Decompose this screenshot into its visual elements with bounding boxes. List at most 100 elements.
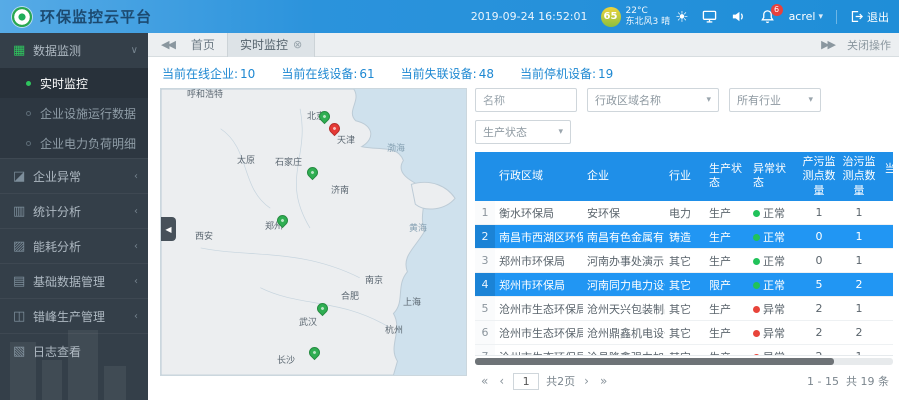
col-region: 行政区域 (495, 152, 583, 201)
temperature-label: 22°C (626, 6, 648, 16)
stat-online-devices: 当前在线设备:61 (281, 65, 374, 82)
tabs-scroll-left-icon[interactable]: ◀◀ (156, 38, 179, 51)
table-row[interactable]: 4 郑州市环保局 河南同力电力设备 其它 限产 正常 5 2 5 (475, 273, 893, 297)
table-row[interactable]: 6 沧州市生态环保局 沧州鼎鑫机电设备 其它 生产 异常 2 2 4 (475, 321, 893, 345)
table-row[interactable]: 3 郑州市环保局 河南办事处演示 其它 生产 正常 0 1 0 (475, 249, 893, 273)
screen-monitor-icon[interactable] (702, 9, 718, 25)
chevron-left-icon: ‹ (134, 276, 138, 287)
map-city-label: 济南 (331, 183, 349, 196)
app-logo-icon (12, 7, 32, 27)
status-summary: 当前在线企业:10 当前在线设备:61 当前失联设备:48 当前停机设备:19 (148, 57, 899, 88)
status-dot-normal (753, 210, 760, 217)
aqi-badge: 65 (601, 7, 621, 27)
notification-badge: 6 (771, 4, 783, 16)
production-status-filter-select[interactable]: 生产状态 ▾ (475, 120, 571, 144)
status-label: 正常 (763, 255, 785, 268)
map-city-label: 上海 (403, 295, 421, 308)
select-value: 行政区域名称 (595, 92, 661, 108)
sidebar-item-enterprise-abnormal[interactable]: ◪ 企业异常 ‹ (0, 158, 148, 193)
tabs-scroll-right-icon[interactable]: ▶▶ (816, 38, 839, 51)
table-row[interactable]: 1 衡水环保局 安环保 电力 生产 正常 1 1 0 (475, 201, 893, 225)
sun-icon: ☀ (675, 8, 688, 26)
app-header: 环保监控云平台 2019-09-24 16:52:01 65 22°C 东北风3… (0, 0, 899, 33)
sub-item-label: 企业电力负荷明细 (40, 135, 136, 152)
first-page-button[interactable]: « (479, 374, 490, 388)
weather-text: 22°C 东北风3 晴 (626, 6, 671, 27)
base-data-icon: ▤ (13, 274, 33, 289)
data-monitoring-icon: ▦ (13, 43, 33, 58)
sidebar-item-facility-run-data[interactable]: 企业设施运行数据 (0, 98, 148, 128)
col-row-number (475, 152, 495, 201)
industry-filter-select[interactable]: 所有行业 ▾ (729, 88, 821, 112)
sidebar-item-base-data[interactable]: ▤ 基础数据管理 ‹ (0, 263, 148, 298)
pagination-bar: « ‹ 共2页 › » 1 - 15 共 19 条 (475, 368, 893, 394)
col-abnormal: 异常状态 (749, 152, 799, 201)
weather-widget: 65 22°C 东北风3 晴 ☀ (601, 6, 689, 27)
status-dot-normal (753, 282, 760, 289)
map-city-label: 石家庄 (275, 155, 302, 168)
region-filter-select[interactable]: 行政区域名称 ▾ (587, 88, 719, 112)
bell-icon[interactable]: 6 (760, 9, 776, 25)
enterprise-list-panel: 行政区域名称 ▾ 所有行业 ▾ 生产状态 ▾ (475, 88, 893, 394)
sub-item-label: 企业设施运行数据 (40, 105, 136, 122)
tab-bar: ◀◀ 首页 实时监控 ⊗ ▶▶ 关闭操作 (148, 33, 899, 57)
tab-realtime-monitoring[interactable]: 实时监控 ⊗ (227, 33, 315, 57)
status-dot-abnormal (753, 330, 760, 337)
status-label: 异常 (763, 351, 785, 356)
col-production: 生产状态 (705, 152, 749, 201)
app-title: 环保监控云平台 (40, 6, 152, 27)
status-label: 正常 (763, 231, 785, 244)
speaker-icon[interactable] (731, 9, 747, 25)
tab-home[interactable]: 首页 (179, 33, 227, 57)
status-dot-abnormal (753, 306, 760, 313)
status-label: 异常 (763, 303, 785, 316)
prev-page-button[interactable]: ‹ (497, 374, 506, 388)
statistics-icon: ▥ (13, 204, 33, 219)
horizontal-scrollbar (475, 358, 893, 365)
select-value: 生产状态 (483, 124, 527, 140)
col-company: 企业 (583, 152, 665, 201)
map-city-label: 呼和浩特 (187, 88, 223, 100)
enterprise-table-wrap: 行政区域 企业 行业 生产状态 异常状态 产污监测点数量 治污监测点数量 当前运… (475, 152, 893, 356)
sidebar-item-realtime-monitoring[interactable]: 实时监控 (0, 68, 148, 98)
logout-button[interactable]: 退出 (850, 9, 889, 25)
select-value: 所有行业 (737, 92, 781, 108)
map-city-label: 长沙 (277, 353, 295, 366)
panel-collapse-button[interactable]: ◀ (161, 217, 176, 241)
sidebar-item-power-load-detail[interactable]: 企业电力负荷明细 (0, 128, 148, 158)
tab-label: 实时监控 (240, 33, 288, 57)
records-range-label: 1 - 15 共 19 条 (807, 373, 889, 389)
status-dot-normal (753, 258, 760, 265)
map-city-label: 武汉 (299, 315, 317, 328)
name-filter-input[interactable] (475, 88, 577, 112)
scrollbar-thumb[interactable] (475, 358, 834, 365)
chevron-left-icon: ‹ (134, 206, 138, 217)
user-menu[interactable]: acrel ▾ (789, 10, 823, 23)
map-city-label: 合肥 (341, 289, 359, 302)
page-number-input[interactable] (513, 373, 539, 390)
sidebar-item-data-monitoring[interactable]: ▦ 数据监测 ∨ (0, 33, 148, 68)
last-page-button[interactable]: » (598, 374, 609, 388)
chevron-down-icon: ▾ (558, 127, 563, 137)
data-monitoring-submenu: 实时监控 企业设施运行数据 企业电力负荷明细 (0, 68, 148, 158)
chevron-left-icon: ‹ (134, 171, 138, 182)
map-canvas[interactable]: 呼和浩特 北京 天津 渤海 太原 石家庄 济南 黄海 郑州 西安 南京 合肥 上… (160, 88, 467, 376)
map-city-label: 西安 (195, 229, 213, 242)
table-row[interactable]: 5 沧州市生态环保局 沧州天兴包装制品 其它 生产 异常 2 1 3 (475, 297, 893, 321)
status-label: 异常 (763, 327, 785, 340)
map-sea-label: 黄海 (409, 221, 427, 234)
chevron-down-icon: ▾ (818, 12, 823, 22)
energy-analysis-icon: ▨ (13, 239, 33, 254)
sidebar-item-statistics[interactable]: ▥ 统计分析 ‹ (0, 193, 148, 228)
close-operations-button[interactable]: 关闭操作 (847, 37, 891, 53)
status-label: 正常 (763, 279, 785, 292)
close-icon[interactable]: ⊗ (293, 33, 302, 57)
table-row[interactable]: 7 沧州市生态环保局 沧县隆鑫强力加工 其它 生产 异常 2 1 0 (475, 345, 893, 356)
table-row[interactable]: 2 南昌市西湖区环保 南昌有色金属有限 铸造 生产 正常 0 1 0 (475, 225, 893, 249)
sidebar-item-energy-analysis[interactable]: ▨ 能耗分析 ‹ (0, 228, 148, 263)
sidebar-nav: ▦ 数据监测 ∨ 实时监控 企业设施运行数据 企业电力负荷明细 ◪ 企业异常 ‹ (0, 33, 148, 400)
next-page-button[interactable]: › (582, 374, 591, 388)
header-divider (836, 10, 837, 24)
sidebar-item-label: 企业异常 (33, 168, 134, 185)
stat-offline-devices: 当前失联设备:48 (401, 65, 494, 82)
